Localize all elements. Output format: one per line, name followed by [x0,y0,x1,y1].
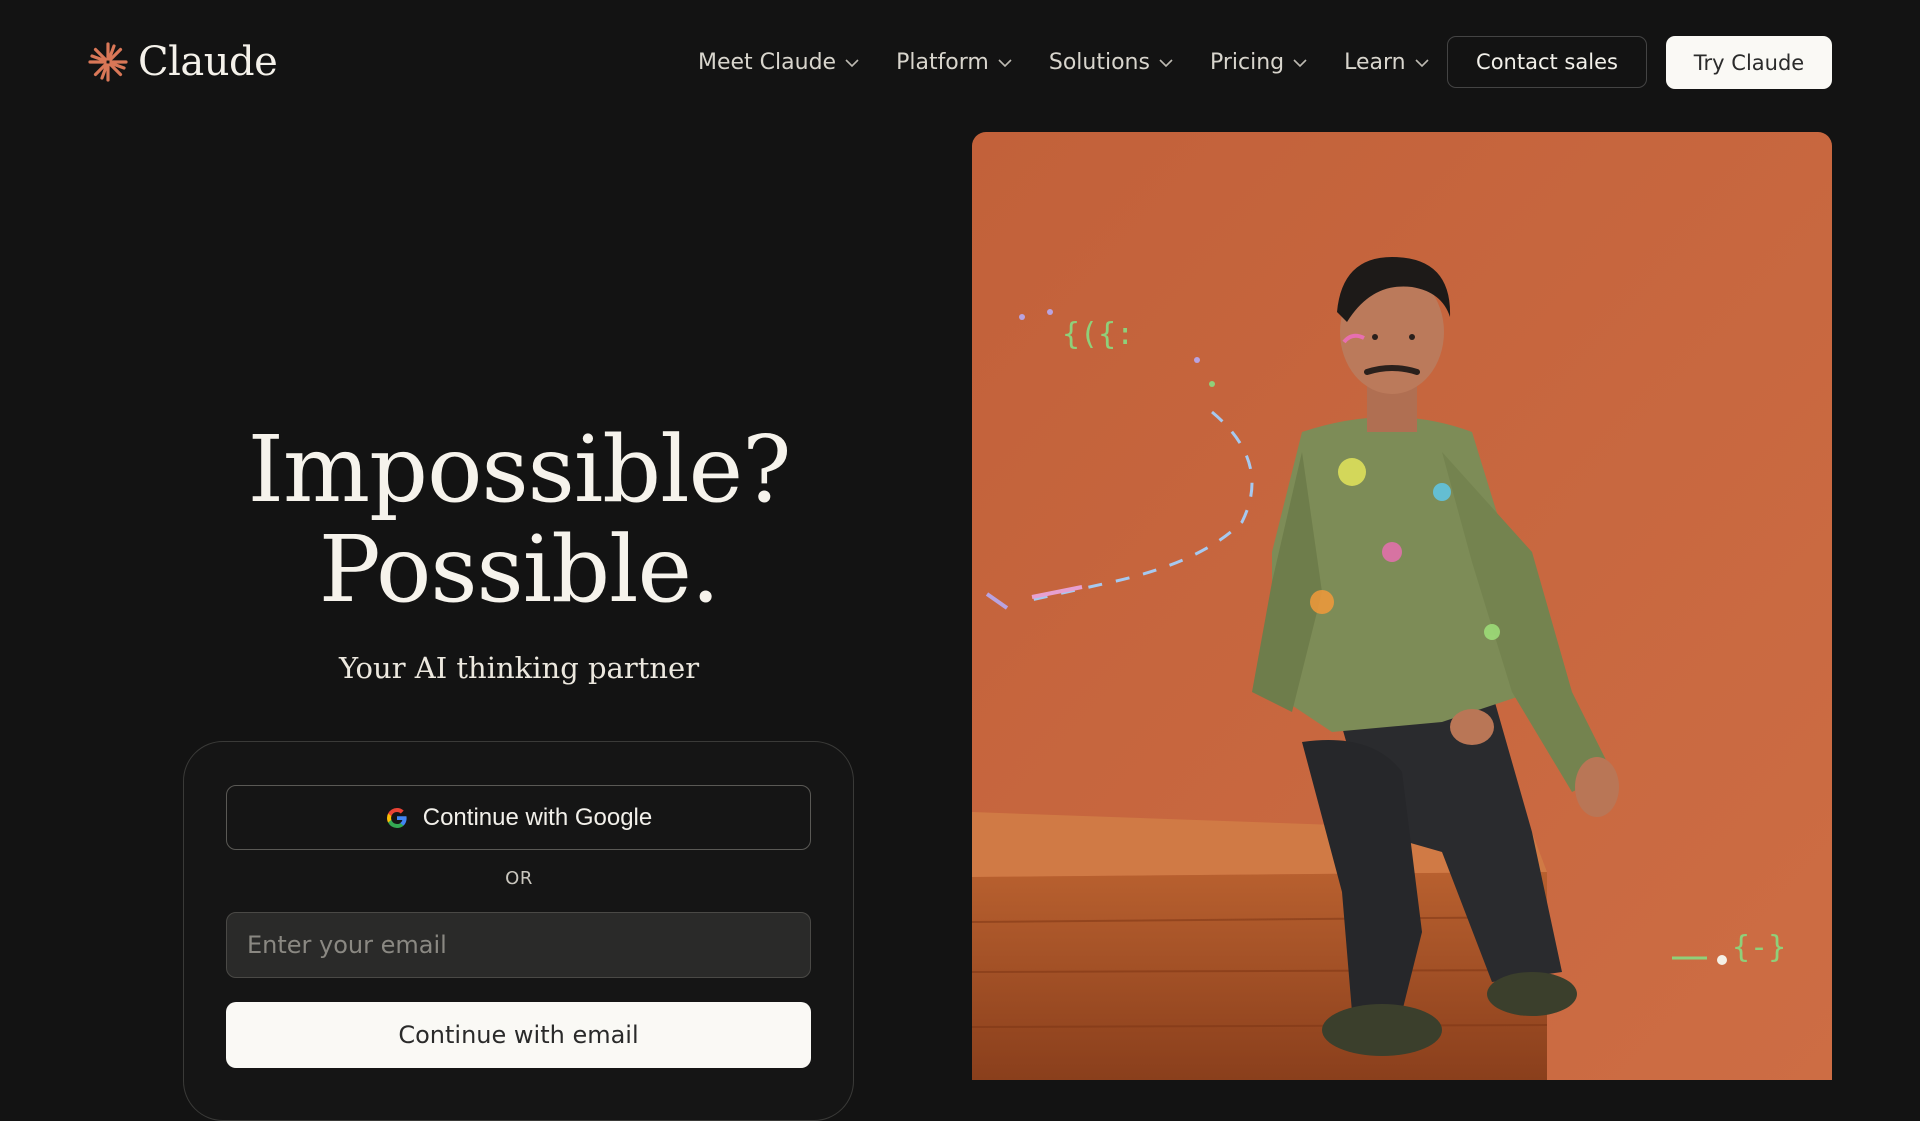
email-input[interactable] [226,912,811,978]
nav-item-pricing[interactable]: Pricing [1210,44,1307,82]
chevron-down-icon [1415,58,1429,67]
claude-spark-icon [88,42,128,82]
nav-item-label: Pricing [1209,50,1285,75]
hero-title-line-1: Impossible? [247,416,792,523]
hero-title-line-2: Possible. [318,516,720,623]
or-divider-label: OR [505,868,533,889]
hero-subtitle: Your AI thinking partner [338,651,700,685]
chevron-down-icon [845,58,859,67]
nav-item-label: Solutions [1048,50,1150,75]
code-glyphs-bottom: {-} [1732,930,1786,965]
nav-item-platform[interactable]: Platform [896,44,1012,82]
google-button-label: Continue with Google [422,803,653,831]
try-claude-button[interactable]: Try Claude [1666,36,1832,89]
nav-item-learn[interactable]: Learn [1344,44,1429,82]
hero-photo: {({: {-} [972,132,1832,1080]
claude-logo[interactable]: Claude [88,39,278,85]
continue-with-email-button[interactable]: Continue with email [226,1002,811,1068]
google-icon [386,807,407,828]
continue-with-google-button[interactable]: Continue with Google [226,785,811,850]
code-glyphs-top: {({: [1062,317,1134,352]
chevron-down-icon [1159,58,1173,67]
chevron-down-icon [1293,58,1307,67]
nav-item-label: Platform [896,50,989,75]
contact-sales-button[interactable]: Contact sales [1447,36,1647,88]
nav-item-meet-claude[interactable]: Meet Claude [698,44,859,82]
nav-item-solutions[interactable]: Solutions [1049,44,1173,82]
hero-title: Impossible? Possible. [0,420,1038,620]
chevron-down-icon [998,58,1012,67]
nav-item-label: Meet Claude [698,50,837,75]
nav-item-label: Learn [1344,50,1406,75]
hero-photo-illustration: {({: {-} [972,132,1832,1080]
main-nav: Meet Claude Platform Solutions Pricing L… [698,44,1429,82]
brand-name: Claude [138,39,278,85]
